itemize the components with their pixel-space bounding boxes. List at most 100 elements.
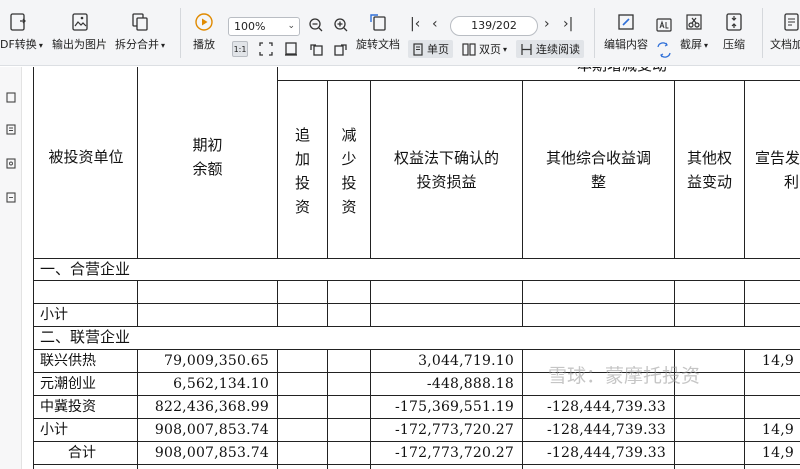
row-opening: 79,009,350.65	[163, 353, 269, 369]
single-page-button[interactable]: 单页	[408, 40, 453, 58]
document-add-icon	[782, 12, 800, 32]
banner-current-change: 本期增减变动	[522, 67, 722, 77]
row-equity-gain: -172,773,720.27	[394, 445, 514, 461]
section-joint-ventures: 一、合营企业	[40, 260, 131, 278]
header-reduce-line3: 投	[341, 174, 357, 192]
row-name: 元潮创业	[40, 376, 96, 392]
fit-width-icon	[285, 42, 297, 56]
row-opening: 908,007,853.74	[154, 445, 269, 461]
row-name: 小计	[40, 422, 68, 438]
row-name: 联兴供热	[40, 353, 96, 369]
search-panel-icon[interactable]	[5, 191, 16, 203]
single-page-label: 单页	[427, 43, 449, 56]
prev-page-icon[interactable]: ‹	[432, 16, 438, 32]
split-merge-icon	[130, 12, 150, 32]
split-merge-button[interactable]: 拆分合并 ▾	[115, 12, 165, 52]
header-dividend-line2: 利	[784, 173, 800, 191]
comment-icon[interactable]	[5, 157, 16, 169]
header-dividend-line1: 宣告发	[755, 149, 800, 167]
pdf-convert-label: DF转换	[0, 38, 37, 51]
header-add-line3: 投	[294, 174, 310, 192]
edit-content-label: 编辑内容	[604, 38, 648, 51]
zoom-select[interactable]: 100% ⌄	[228, 17, 300, 36]
row-name: 中冀投资	[40, 399, 96, 415]
doc-add-button[interactable]: 文档加	[770, 12, 800, 52]
zoom-in-icon	[334, 18, 348, 32]
single-page-icon	[413, 42, 423, 56]
continuous-reading-label: 连续阅读	[536, 43, 580, 56]
row-oci: -128,444,739.33	[546, 422, 666, 438]
chevron-down-icon: ▾	[503, 44, 508, 54]
continuous-reading-button[interactable]: 连续阅读	[516, 40, 584, 58]
header-add-line1: 追	[294, 126, 310, 144]
export-image-label: 输出为图片	[52, 38, 107, 51]
rotate-left-button[interactable]	[308, 41, 324, 57]
fit-page-button[interactable]	[258, 41, 274, 57]
compress-button[interactable]: 压缩	[723, 12, 745, 52]
bookmark-icon[interactable]	[5, 123, 16, 135]
header-reduce-line1: 减	[341, 126, 357, 144]
header-reduce-line2: 少	[341, 150, 357, 168]
watermark: 雪球：蒙摩托投资	[548, 365, 701, 387]
compress-label: 压缩	[723, 38, 745, 51]
rotate-right-icon	[334, 44, 347, 56]
text-recognize-icon	[656, 18, 672, 32]
document-page: 本期增减变动 被投资单位 期初 余额 追 加 投 资 减 少 投 资 权益法下确…	[22, 67, 800, 469]
double-page-button[interactable]: 双页 ▾	[458, 40, 511, 58]
thumbnail-icon[interactable]	[5, 91, 16, 103]
row-opening: 822,436,368.99	[154, 399, 269, 415]
row-oci: -128,444,739.33	[546, 445, 666, 461]
section-associates: 二、联营企业	[40, 328, 131, 346]
export-image-button[interactable]: 输出为图片	[52, 12, 107, 52]
row-equity-gain: -175,369,551.19	[394, 399, 514, 415]
row-dividend: 14,9	[762, 445, 794, 461]
zoom-value: 100%	[234, 20, 266, 33]
row-equity-gain: 3,044,719.10	[418, 353, 514, 369]
translate-icon	[657, 42, 671, 58]
image-export-icon	[70, 12, 90, 32]
text-recognize-button[interactable]	[656, 17, 672, 33]
toolbar-divider	[180, 8, 181, 58]
rotate-left-icon	[310, 44, 323, 56]
pdf-convert-button[interactable]: DF转换 ▾	[0, 12, 43, 52]
rotate-document-icon	[368, 12, 388, 32]
play-label: 播放	[193, 38, 215, 51]
header-investee: 被投资单位	[48, 148, 124, 166]
rotate-document-button[interactable]: 旋转文档	[356, 12, 400, 52]
actual-size-button[interactable]: 1:1	[232, 41, 248, 57]
zoom-out-button[interactable]	[308, 17, 324, 33]
joint-subtotal-label: 小计	[40, 307, 68, 323]
rotate-right-button[interactable]	[333, 41, 349, 57]
pdf-convert-icon	[9, 12, 29, 32]
scissors-icon	[684, 12, 704, 32]
edit-content-button[interactable]: 编辑内容	[604, 12, 648, 52]
last-page-icon[interactable]: ›|	[563, 16, 573, 32]
fit-width-button[interactable]	[283, 41, 299, 57]
edit-content-icon	[616, 12, 636, 32]
split-merge-label: 拆分合并	[115, 38, 159, 51]
zoom-out-icon	[309, 18, 323, 32]
header-opening-line2: 余额	[192, 160, 223, 178]
row-equity-gain: -448,888.18	[426, 376, 514, 392]
first-page-icon[interactable]: |‹	[410, 16, 420, 32]
translate-button[interactable]	[656, 42, 672, 58]
row-opening: 6,562,134.10	[173, 376, 269, 392]
play-button[interactable]: 播放	[193, 12, 215, 52]
page-number-input[interactable]: 139/202	[450, 16, 538, 36]
next-page-icon[interactable]: ›	[544, 16, 550, 32]
row-dividend: 14,9	[762, 353, 794, 369]
screenshot-button[interactable]: 截屏 ▾	[680, 12, 708, 52]
header-add-line4: 资	[294, 198, 310, 216]
zoom-in-button[interactable]	[333, 17, 349, 33]
toolbar-divider	[594, 8, 595, 58]
continuous-reading-icon	[521, 43, 532, 55]
chevron-down-icon: ▾	[38, 41, 43, 50]
header-equity-gain-line1: 权益法下确认的	[393, 149, 499, 167]
header-add-line2: 加	[294, 150, 310, 168]
row-opening: 908,007,853.74	[154, 422, 269, 438]
toolbar: DF转换 ▾ 输出为图片 拆分合并 ▾ 播放 100% ⌄ 1:1 旋转文档 |…	[0, 0, 800, 66]
screenshot-label: 截屏	[680, 38, 702, 51]
double-page-icon	[462, 42, 476, 56]
compress-icon	[724, 12, 744, 32]
header-oci-line2: 整	[590, 173, 606, 191]
